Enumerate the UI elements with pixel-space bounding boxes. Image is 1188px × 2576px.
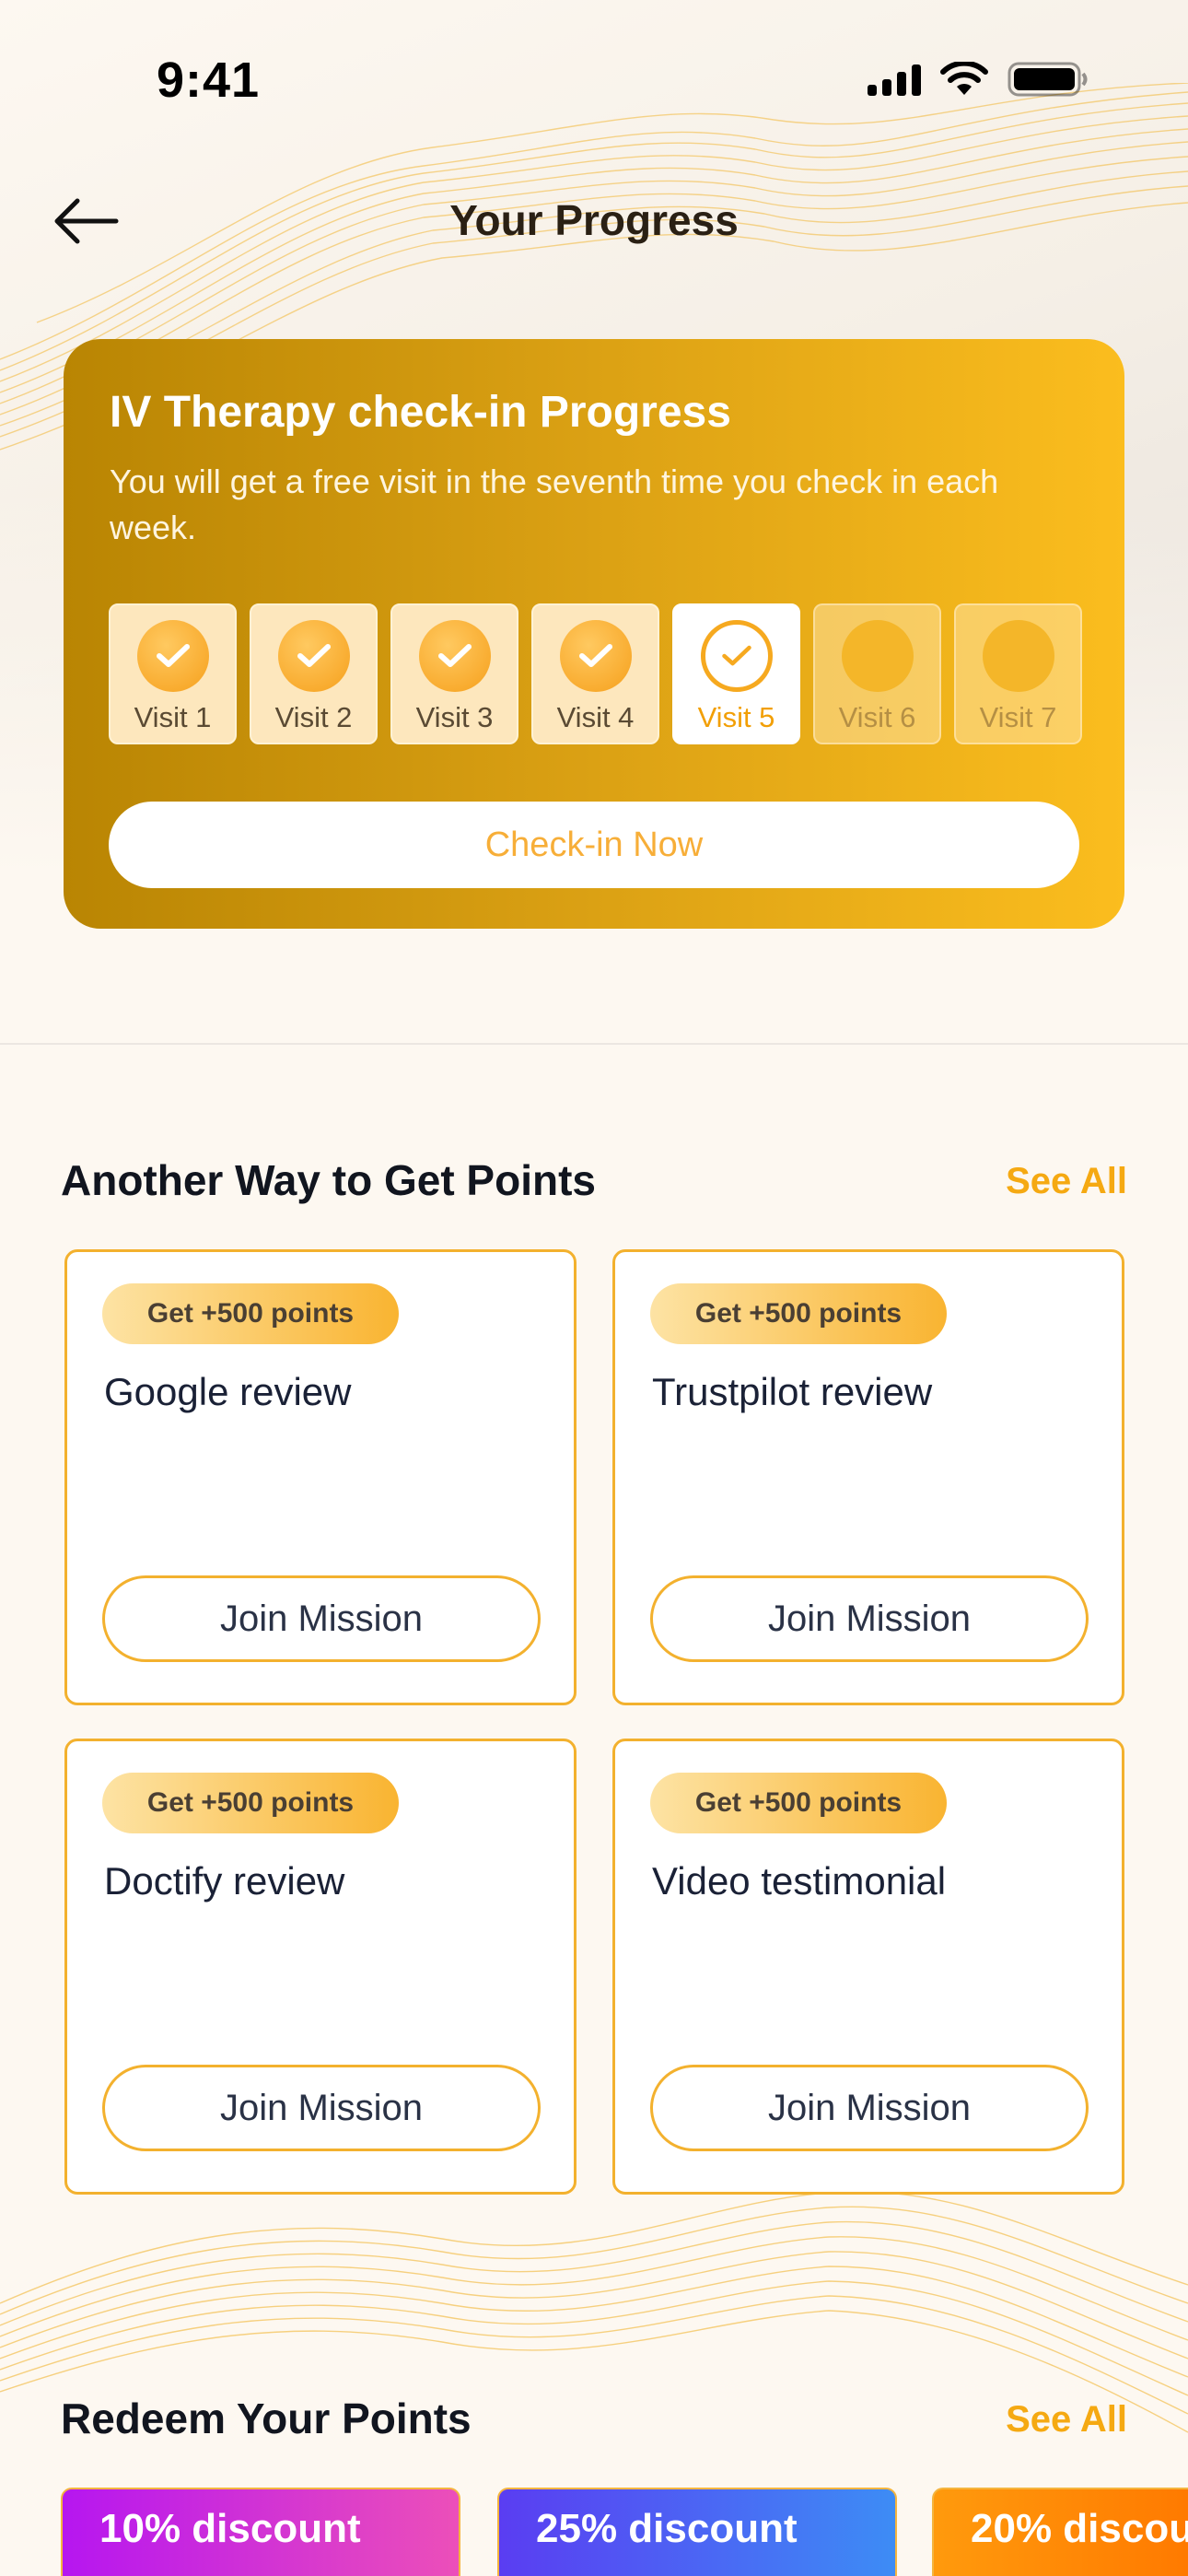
visit-label: Visit 5 bbox=[697, 701, 775, 733]
mission-card: Get +500 points Doctify review Join Miss… bbox=[64, 1739, 577, 2195]
visit-5: Visit 5 bbox=[672, 603, 800, 744]
section-divider bbox=[0, 1043, 1188, 1045]
status-time: 9:41 bbox=[157, 53, 261, 108]
visit-7: Visit 7 bbox=[954, 603, 1082, 744]
redeem-label: 20% discount bbox=[971, 2506, 1188, 2551]
check-icon bbox=[418, 620, 491, 692]
redeem-section-title: Redeem Your Points bbox=[61, 2395, 472, 2442]
join-mission-button[interactable]: Join Mission bbox=[102, 2065, 541, 2151]
check-icon bbox=[277, 620, 350, 692]
missions-section-title: Another Way to Get Points bbox=[61, 1156, 596, 1204]
join-mission-button[interactable]: Join Mission bbox=[650, 2065, 1089, 2151]
redeem-card[interactable]: 25% discount bbox=[497, 2488, 897, 2576]
empty-circle-icon bbox=[841, 620, 914, 692]
visit-label: Visit 1 bbox=[134, 701, 212, 733]
check-icon bbox=[559, 620, 632, 692]
points-badge: Get +500 points bbox=[102, 1283, 399, 1344]
progress-card-title: IV Therapy check-in Progress bbox=[110, 388, 731, 437]
visit-label: Visit 7 bbox=[979, 701, 1057, 733]
visit-label: Visit 4 bbox=[556, 701, 635, 733]
join-mission-button[interactable]: Join Mission bbox=[650, 1575, 1089, 1662]
visit-6: Visit 6 bbox=[813, 603, 941, 744]
visit-label: Visit 3 bbox=[415, 701, 494, 733]
visit-label: Visit 2 bbox=[274, 701, 353, 733]
battery-icon bbox=[1007, 62, 1088, 97]
progress-card-subtitle: You will get a free visit in the seventh… bbox=[110, 463, 999, 546]
points-badge: Get +500 points bbox=[650, 1283, 947, 1344]
redeem-see-all-link[interactable]: See All bbox=[1006, 2399, 1127, 2441]
mission-card: Get +500 points Google review Join Missi… bbox=[64, 1249, 577, 1705]
visit-1: Visit 1 bbox=[109, 603, 237, 744]
mission-card: Get +500 points Trustpilot review Join M… bbox=[612, 1249, 1124, 1705]
redeem-label: 25% discount bbox=[536, 2506, 798, 2551]
cellular-signal-icon bbox=[868, 63, 921, 96]
redeem-card[interactable]: 10% discount bbox=[61, 2488, 460, 2576]
status-icons bbox=[868, 61, 1089, 98]
check-icon bbox=[136, 620, 209, 692]
missions-see-all-link[interactable]: See All bbox=[1006, 1161, 1127, 1202]
visit-tracker: Visit 1 Visit 2 Visit 3 Visit 4 Visit 5 … bbox=[109, 603, 1082, 744]
wifi-icon bbox=[940, 62, 988, 95]
checkin-now-button[interactable]: Check-in Now bbox=[109, 802, 1079, 888]
visit-2: Visit 2 bbox=[250, 603, 378, 744]
redeem-label: 10% discount bbox=[99, 2506, 361, 2551]
empty-circle-icon bbox=[982, 620, 1054, 692]
mission-title: Video testimonial bbox=[652, 1859, 947, 1903]
points-badge: Get +500 points bbox=[650, 1773, 947, 1833]
points-badge: Get +500 points bbox=[102, 1773, 399, 1833]
check-outline-icon bbox=[700, 620, 773, 692]
visit-label: Visit 6 bbox=[838, 701, 916, 733]
visit-3: Visit 3 bbox=[390, 603, 518, 744]
redeem-card[interactable]: 20% discount bbox=[932, 2488, 1188, 2576]
mission-title: Doctify review bbox=[104, 1859, 345, 1903]
checkin-progress-card: IV Therapy check-in Progress You will ge… bbox=[64, 339, 1124, 929]
page-title: Your Progress bbox=[449, 196, 739, 244]
mission-title: Google review bbox=[104, 1370, 352, 1413]
visit-4: Visit 4 bbox=[531, 603, 659, 744]
mission-card: Get +500 points Video testimonial Join M… bbox=[612, 1739, 1124, 2195]
join-mission-button[interactable]: Join Mission bbox=[102, 1575, 541, 1662]
mission-title: Trustpilot review bbox=[652, 1370, 933, 1413]
